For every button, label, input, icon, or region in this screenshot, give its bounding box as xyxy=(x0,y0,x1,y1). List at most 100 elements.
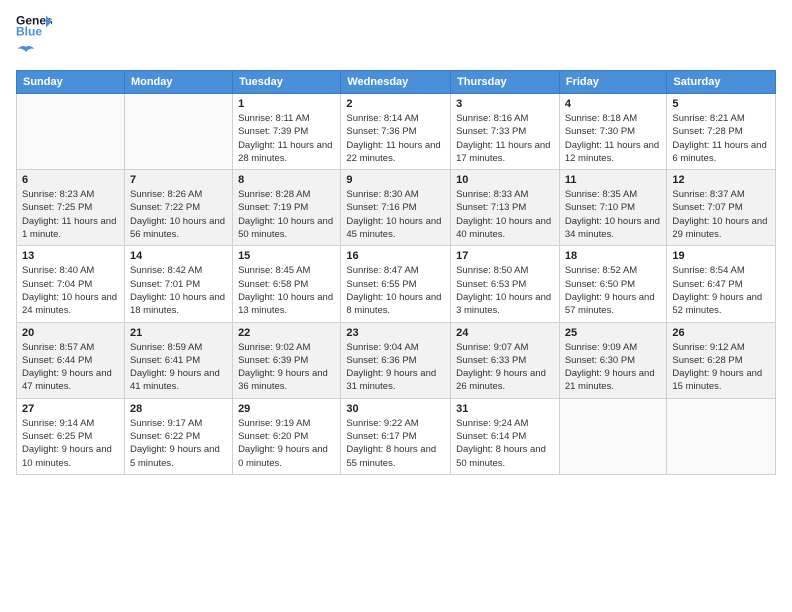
day-number: 18 xyxy=(565,250,662,262)
day-info: Sunrise: 8:45 AM Sunset: 6:58 PM Dayligh… xyxy=(238,264,335,317)
day-number: 14 xyxy=(130,250,227,262)
day-number: 24 xyxy=(456,327,554,339)
day-info: Sunrise: 8:33 AM Sunset: 7:13 PM Dayligh… xyxy=(456,188,554,241)
calendar-cell: 3 Sunrise: 8:16 AM Sunset: 7:33 PM Daylig… xyxy=(451,94,560,170)
day-number: 29 xyxy=(238,403,335,415)
calendar-cell: 6Sunrise: 8:23 AM Sunset: 7:25 PM Daylig… xyxy=(17,170,125,246)
day-number: 9 xyxy=(346,174,445,186)
calendar-cell: 9Sunrise: 8:30 AM Sunset: 7:16 PM Daylig… xyxy=(341,170,451,246)
day-info: Sunrise: 9:22 AM Sunset: 6:17 PM Dayligh… xyxy=(346,417,445,470)
day-number: 23 xyxy=(346,327,445,339)
calendar-cell: 25 Sunrise: 9:09 AM Sunset: 6:30 PM Dayli… xyxy=(559,322,667,398)
day-info: Sunrise: 9:24 AM Sunset: 6:14 PM Dayligh… xyxy=(456,417,554,470)
calendar-cell: 4Sunrise: 8:18 AM Sunset: 7:30 PM Daylig… xyxy=(559,94,667,170)
calendar-header: SundayMondayTuesdayWednesdayThursdayFrid… xyxy=(17,71,776,94)
logo: General Blue xyxy=(16,12,52,62)
day-number: 17 xyxy=(456,250,554,262)
calendar-cell: 5 Sunrise: 8:21 AM Sunset: 7:28 PM Daylig… xyxy=(667,94,776,170)
calendar-cell: 18 Sunrise: 8:52 AM Sunset: 6:50 PM Dayli… xyxy=(559,246,667,322)
calendar-cell xyxy=(667,398,776,474)
weekday-sunday: Sunday xyxy=(17,71,125,94)
weekday-wednesday: Wednesday xyxy=(341,71,451,94)
day-info: Sunrise: 8:16 AM Sunset: 7:33 PM Dayligh… xyxy=(456,112,554,165)
day-info: Sunrise: 8:11 AM Sunset: 7:39 PM Dayligh… xyxy=(238,112,335,165)
calendar-table: SundayMondayTuesdayWednesdayThursdayFrid… xyxy=(16,70,776,475)
day-info: Sunrise: 9:07 AM Sunset: 6:33 PM Dayligh… xyxy=(456,341,554,394)
calendar-week-1: 1Sunrise: 8:11 AM Sunset: 7:39 PM Daylig… xyxy=(17,94,776,170)
logo-bird-icon xyxy=(17,44,35,62)
day-number: 3 xyxy=(456,98,554,110)
day-info: Sunrise: 8:28 AM Sunset: 7:19 PM Dayligh… xyxy=(238,188,335,241)
day-number: 25 xyxy=(565,327,662,339)
calendar-cell: 14 Sunrise: 8:42 AM Sunset: 7:01 PM Dayli… xyxy=(124,246,232,322)
day-info: Sunrise: 9:02 AM Sunset: 6:39 PM Dayligh… xyxy=(238,341,335,394)
day-info: Sunrise: 9:12 AM Sunset: 6:28 PM Dayligh… xyxy=(672,341,770,394)
calendar-cell: 31 Sunrise: 9:24 AM Sunset: 6:14 PM Dayli… xyxy=(451,398,560,474)
day-info: Sunrise: 9:14 AM Sunset: 6:25 PM Dayligh… xyxy=(22,417,119,470)
calendar-cell: 17 Sunrise: 8:50 AM Sunset: 6:53 PM Dayli… xyxy=(451,246,560,322)
calendar-cell: 19 Sunrise: 8:54 AM Sunset: 6:47 PM Dayli… xyxy=(667,246,776,322)
day-number: 21 xyxy=(130,327,227,339)
calendar-cell: 15 Sunrise: 8:45 AM Sunset: 6:58 PM Dayli… xyxy=(233,246,341,322)
day-info: Sunrise: 9:19 AM Sunset: 6:20 PM Dayligh… xyxy=(238,417,335,470)
calendar-week-3: 13 Sunrise: 8:40 AM Sunset: 7:04 PM Dayli… xyxy=(17,246,776,322)
calendar-cell: 30 Sunrise: 9:22 AM Sunset: 6:17 PM Dayli… xyxy=(341,398,451,474)
calendar-cell: 11 Sunrise: 8:35 AM Sunset: 7:10 PM Dayli… xyxy=(559,170,667,246)
day-info: Sunrise: 8:40 AM Sunset: 7:04 PM Dayligh… xyxy=(22,264,119,317)
day-info: Sunrise: 8:26 AM Sunset: 7:22 PM Dayligh… xyxy=(130,188,227,241)
day-number: 26 xyxy=(672,327,770,339)
day-info: Sunrise: 8:42 AM Sunset: 7:01 PM Dayligh… xyxy=(130,264,227,317)
calendar-cell: 8 Sunrise: 8:28 AM Sunset: 7:19 PM Daylig… xyxy=(233,170,341,246)
calendar-cell: 28Sunrise: 9:17 AM Sunset: 6:22 PM Dayli… xyxy=(124,398,232,474)
day-number: 20 xyxy=(22,327,119,339)
day-info: Sunrise: 9:09 AM Sunset: 6:30 PM Dayligh… xyxy=(565,341,662,394)
day-info: Sunrise: 8:57 AM Sunset: 6:44 PM Dayligh… xyxy=(22,341,119,394)
day-info: Sunrise: 8:59 AM Sunset: 6:41 PM Dayligh… xyxy=(130,341,227,394)
day-number: 22 xyxy=(238,327,335,339)
day-info: Sunrise: 8:47 AM Sunset: 6:55 PM Dayligh… xyxy=(346,264,445,317)
calendar-week-5: 27Sunrise: 9:14 AM Sunset: 6:25 PM Dayli… xyxy=(17,398,776,474)
calendar-cell: 13 Sunrise: 8:40 AM Sunset: 7:04 PM Dayli… xyxy=(17,246,125,322)
day-number: 8 xyxy=(238,174,335,186)
day-number: 7 xyxy=(130,174,227,186)
calendar-cell: 16 Sunrise: 8:47 AM Sunset: 6:55 PM Dayli… xyxy=(341,246,451,322)
day-number: 15 xyxy=(238,250,335,262)
day-info: Sunrise: 8:52 AM Sunset: 6:50 PM Dayligh… xyxy=(565,264,662,317)
day-info: Sunrise: 9:17 AM Sunset: 6:22 PM Dayligh… xyxy=(130,417,227,470)
page: General Blue SundayMondayTuesdayWednesda… xyxy=(0,0,792,612)
day-number: 13 xyxy=(22,250,119,262)
header: General Blue xyxy=(16,12,776,62)
logo-icon: General Blue xyxy=(16,12,52,40)
calendar-cell xyxy=(559,398,667,474)
calendar-cell: 12Sunrise: 8:37 AM Sunset: 7:07 PM Dayli… xyxy=(667,170,776,246)
calendar-cell: 1Sunrise: 8:11 AM Sunset: 7:39 PM Daylig… xyxy=(233,94,341,170)
day-number: 31 xyxy=(456,403,554,415)
day-info: Sunrise: 9:04 AM Sunset: 6:36 PM Dayligh… xyxy=(346,341,445,394)
day-number: 5 xyxy=(672,98,770,110)
calendar-cell: 29 Sunrise: 9:19 AM Sunset: 6:20 PM Dayli… xyxy=(233,398,341,474)
weekday-saturday: Saturday xyxy=(667,71,776,94)
day-number: 2 xyxy=(346,98,445,110)
svg-text:Blue: Blue xyxy=(16,24,42,38)
day-info: Sunrise: 8:23 AM Sunset: 7:25 PM Dayligh… xyxy=(22,188,119,241)
calendar-week-2: 6Sunrise: 8:23 AM Sunset: 7:25 PM Daylig… xyxy=(17,170,776,246)
day-info: Sunrise: 8:35 AM Sunset: 7:10 PM Dayligh… xyxy=(565,188,662,241)
weekday-friday: Friday xyxy=(559,71,667,94)
day-number: 12 xyxy=(672,174,770,186)
day-info: Sunrise: 8:18 AM Sunset: 7:30 PM Dayligh… xyxy=(565,112,662,165)
day-number: 11 xyxy=(565,174,662,186)
day-info: Sunrise: 8:50 AM Sunset: 6:53 PM Dayligh… xyxy=(456,264,554,317)
day-number: 10 xyxy=(456,174,554,186)
calendar-cell: 2Sunrise: 8:14 AM Sunset: 7:36 PM Daylig… xyxy=(341,94,451,170)
calendar-cell: 21 Sunrise: 8:59 AM Sunset: 6:41 PM Dayli… xyxy=(124,322,232,398)
day-number: 19 xyxy=(672,250,770,262)
calendar-cell: 24 Sunrise: 9:07 AM Sunset: 6:33 PM Dayli… xyxy=(451,322,560,398)
calendar-cell: 10 Sunrise: 8:33 AM Sunset: 7:13 PM Dayli… xyxy=(451,170,560,246)
calendar-cell: 7 Sunrise: 8:26 AM Sunset: 7:22 PM Daylig… xyxy=(124,170,232,246)
calendar-cell: 22 Sunrise: 9:02 AM Sunset: 6:39 PM Dayli… xyxy=(233,322,341,398)
day-number: 16 xyxy=(346,250,445,262)
day-info: Sunrise: 8:54 AM Sunset: 6:47 PM Dayligh… xyxy=(672,264,770,317)
day-number: 30 xyxy=(346,403,445,415)
calendar-cell xyxy=(124,94,232,170)
day-info: Sunrise: 8:21 AM Sunset: 7:28 PM Dayligh… xyxy=(672,112,770,165)
